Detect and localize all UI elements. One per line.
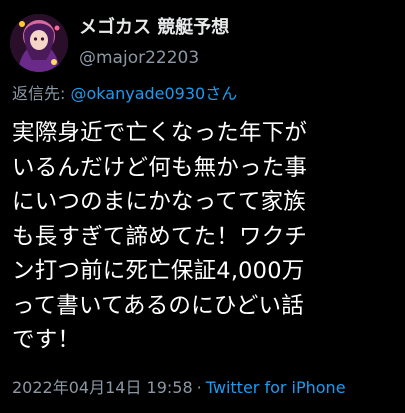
tweet-text-line: いるんだけど何も無かった事 [12,154,308,181]
tweet-text-line: って書いてあるのにひどい話 [12,292,304,319]
tweet-text-line: 実際身近で亡くなった年下が [12,120,308,146]
tweet-text-line: ン打つ前に死亡保証4,000万 [12,258,305,284]
user-avatar-icon[interactable] [10,14,68,72]
avatar-illustration [10,14,68,72]
tweet-body: 実際身近で亡くなった年下が いるんだけど何も無かった事 にいつのまにかなってて家… [12,116,400,358]
reply-to-link[interactable]: @okanyade0930さん [71,84,238,103]
display-name[interactable]: メゴカス 競艇予想 [79,16,229,40]
reply-context: 返信先: @okanyade0930さん [12,83,237,105]
user-names: メゴカス 競艇予想 @major22203 [79,16,229,70]
tweet-text-line: です！ [12,327,81,353]
meta-separator: · [196,378,202,397]
tweet-card: メゴカス 競艇予想 @major22203 返信先: @okanyade0930… [0,0,405,413]
tweet-text-line: も長すぎて諦めてた！ワクチ [12,223,308,250]
reply-label: 返信先: [12,84,66,103]
tweet-meta: 2022年04月14日 19:58 · Twitter for iPhone [12,378,346,398]
tweet-header: メゴカス 競艇予想 @major22203 [10,14,395,74]
user-handle[interactable]: @major22203 [79,46,229,70]
tweet-timestamp[interactable]: 2022年04月14日 19:58 [12,378,193,397]
tweet-source-link[interactable]: Twitter for iPhone [206,378,346,397]
tweet-text-line: にいつのまにかなってて家族 [12,189,306,215]
